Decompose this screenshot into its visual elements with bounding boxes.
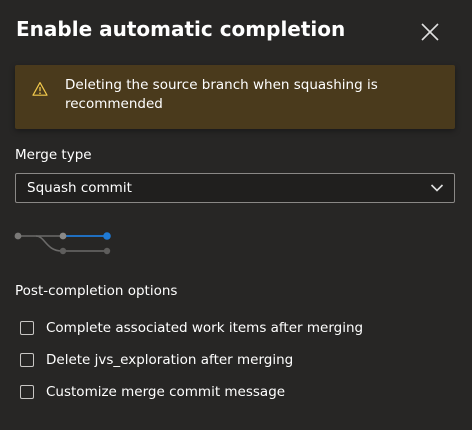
complete-work-items-checkbox[interactable]: [20, 321, 34, 335]
warning-text: Deleting the source branch when squashin…: [65, 77, 378, 112]
option-label: Delete jvs_exploration after merging: [46, 352, 294, 368]
warning-banner: Deleting the source branch when squashin…: [15, 65, 455, 129]
dialog-title: Enable automatic completion: [16, 17, 346, 41]
delete-branch-option[interactable]: Delete jvs_exploration after merging: [20, 350, 293, 370]
customize-message-checkbox[interactable]: [20, 385, 34, 399]
chevron-down-icon: [430, 184, 444, 192]
option-label: Customize merge commit message: [46, 384, 286, 400]
close-button[interactable]: [417, 19, 443, 45]
warning-icon: [32, 82, 48, 96]
merge-type-label: Merge type: [15, 147, 92, 163]
close-icon: [421, 23, 439, 41]
auto-complete-dialog: Enable automatic completion Deleting the…: [0, 0, 472, 430]
option-label: Complete associated work items after mer…: [46, 320, 364, 336]
merge-type-select[interactable]: Squash commit: [15, 173, 455, 203]
squash-commit-diagram-icon: [14, 232, 111, 255]
complete-work-items-option[interactable]: Complete associated work items after mer…: [20, 318, 363, 338]
delete-branch-checkbox[interactable]: [20, 353, 34, 367]
post-completion-label: Post-completion options: [15, 283, 178, 299]
customize-message-option[interactable]: Customize merge commit message: [20, 382, 285, 402]
merge-type-value: Squash commit: [27, 180, 132, 196]
